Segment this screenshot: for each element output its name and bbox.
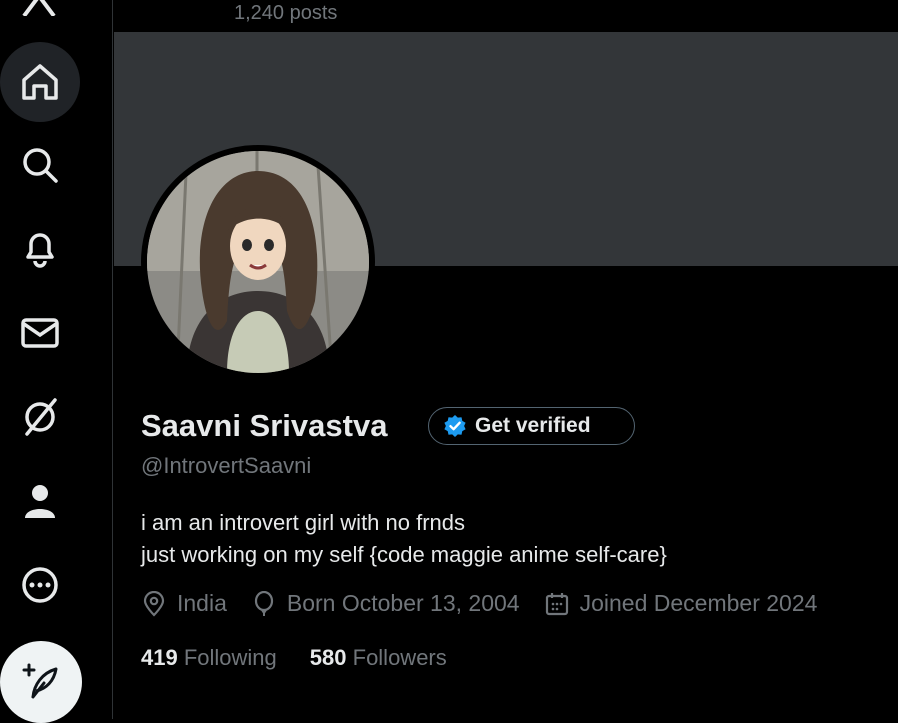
birthday-text: Born October 13, 2004 <box>286 590 520 616</box>
messages-envelope-icon <box>21 318 59 348</box>
profile-person-icon <box>25 485 55 518</box>
joined-item: Joined December 2024 <box>544 590 818 617</box>
compose-feather-icon <box>22 663 58 699</box>
followers-link[interactable]: 580 Followers <box>310 645 447 671</box>
sidebar-item-home[interactable] <box>0 42 80 122</box>
posts-count: 1,240 posts <box>234 2 338 24</box>
location-text: India <box>177 590 227 616</box>
followers-label: Followers <box>352 645 447 670</box>
following-label: Following <box>183 645 277 670</box>
profile-handle: @IntrovertSaavni <box>141 453 312 478</box>
sidebar-item-profile[interactable] <box>0 461 80 541</box>
profile-name: Saavni Srivastva <box>141 408 388 443</box>
bio-line: i am an introvert girl with no frnds <box>141 510 466 535</box>
compose-post-button[interactable] <box>0 641 82 723</box>
sidebar-item-messages[interactable] <box>0 293 80 373</box>
get-verified-button[interactable]: Get verified <box>428 407 635 445</box>
x-logo-icon[interactable] <box>18 0 60 16</box>
sidebar-item-notifications[interactable] <box>0 208 80 288</box>
balloon-icon <box>254 590 273 616</box>
profile-header: 1,240 posts <box>114 0 898 32</box>
birthday-item: Born October 13, 2004 <box>251 590 520 617</box>
get-verified-label: Get verified <box>475 414 591 437</box>
profile-bio: i am an introvert girl with no frnds jus… <box>141 507 667 571</box>
verified-badge-icon <box>444 415 466 437</box>
profile-main: 1,240 posts Saavni Srivastva Get verifie… <box>114 0 898 719</box>
sidebar-item-explore[interactable] <box>0 125 80 205</box>
sidebar-item-grok[interactable] <box>0 377 80 457</box>
avatar[interactable] <box>141 145 375 379</box>
location-pin-icon <box>143 590 165 617</box>
profile-meta: India Born October 13, 2004 Joined Decem… <box>141 590 841 617</box>
sidebar <box>0 0 113 723</box>
more-dots-icon <box>22 567 58 603</box>
following-count: 419 <box>141 645 178 670</box>
location-item: India <box>141 590 227 617</box>
calendar-icon <box>545 592 568 615</box>
sidebar-item-more[interactable] <box>0 545 80 625</box>
avatar-image <box>147 151 369 373</box>
bio-line: just working on my self {code maggie ani… <box>141 542 667 567</box>
followers-count: 580 <box>309 645 347 670</box>
joined-text: Joined December 2024 <box>579 590 818 616</box>
home-icon <box>22 64 58 100</box>
search-icon <box>23 148 58 183</box>
notifications-bell-icon <box>26 233 54 268</box>
following-link[interactable]: 419 Following <box>141 645 277 671</box>
grok-slash-icon <box>25 398 57 436</box>
follow-stats: 419 Following 580 Followers <box>141 645 480 671</box>
